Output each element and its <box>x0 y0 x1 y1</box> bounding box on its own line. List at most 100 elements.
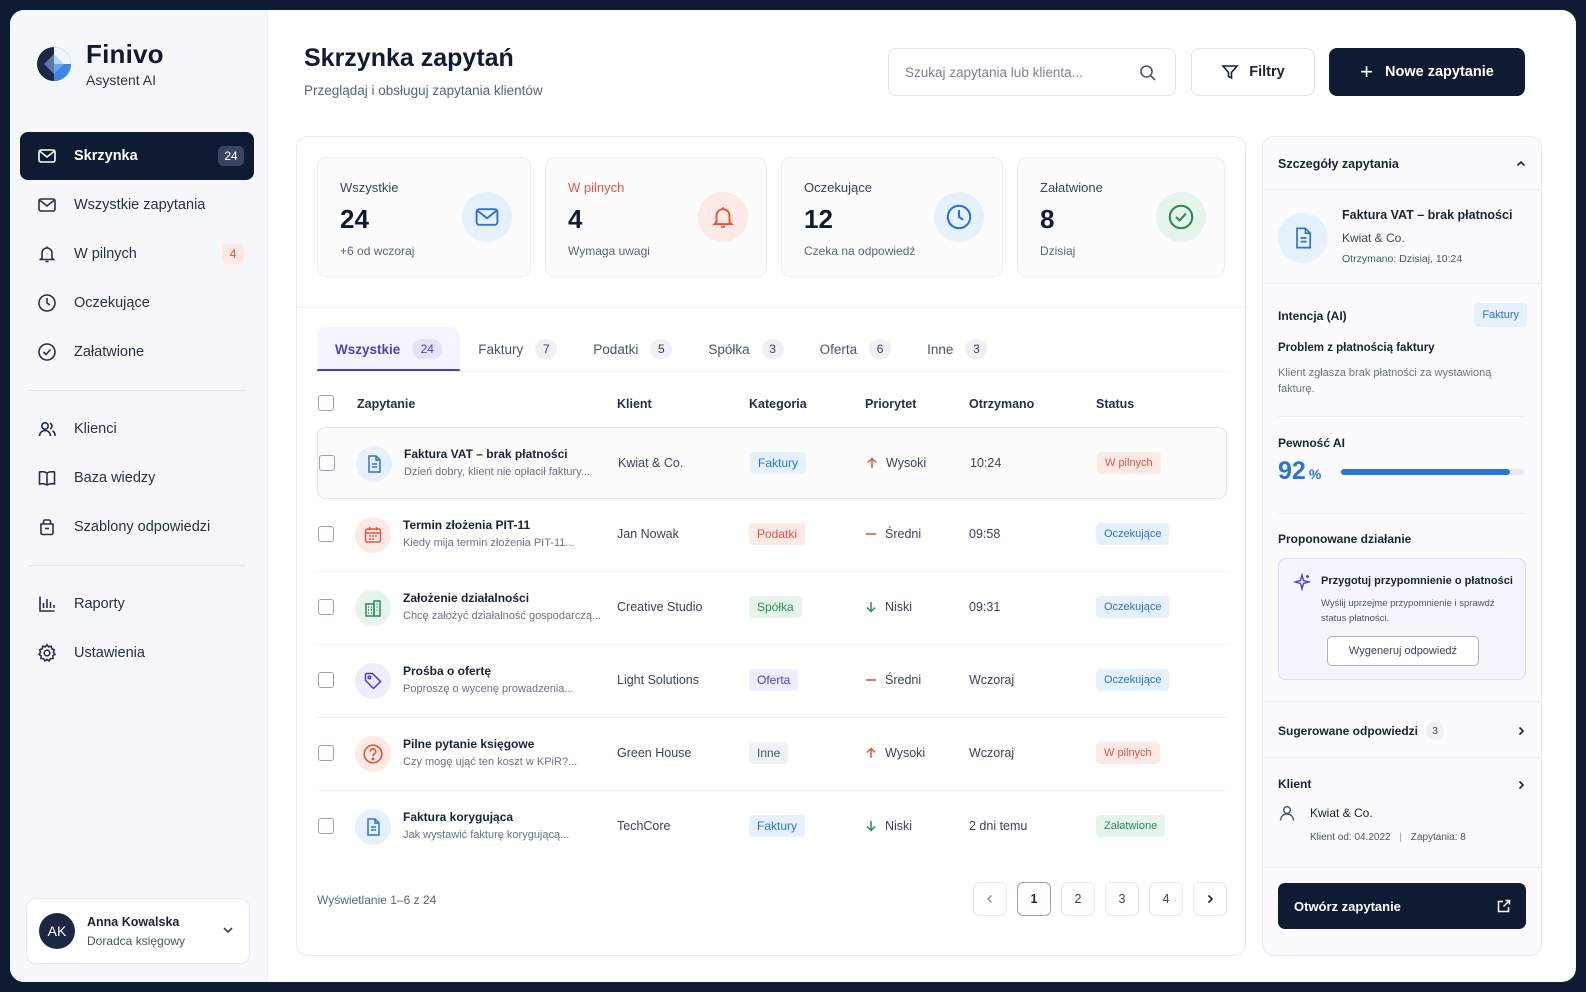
stat-card-urgent[interactable]: W pilnych 4 Wymaga uwagi <box>545 157 767 277</box>
brand-subtitle: Asystent AI <box>86 72 157 88</box>
chevron-up-icon[interactable] <box>1515 157 1527 175</box>
search-input[interactable] <box>905 64 1135 80</box>
sidebar-item-baza-wiedzy[interactable]: Baza wiedzy <box>20 454 254 502</box>
building-icon <box>355 590 391 626</box>
priority-label: Średni <box>885 527 922 541</box>
sidebar-item-zalatwione[interactable]: Załatwione <box>20 328 254 376</box>
next-page-button[interactable] <box>1193 882 1227 916</box>
row-checkbox[interactable] <box>318 818 334 834</box>
tab-wszystkie[interactable]: Wszystkie 24 <box>317 327 461 372</box>
tab-oferta[interactable]: Oferta 6 <box>820 327 892 371</box>
suggested-replies-row[interactable]: Sugerowane odpowiedzi 3 <box>1278 722 1445 740</box>
stat-card-done[interactable]: Załatwione 8 Dzisiaj <box>1017 157 1225 277</box>
proposed-action-card: Przygotuj przypomnienie o płatności Wyśl… <box>1278 558 1526 680</box>
priority-label: Niski <box>885 819 913 833</box>
row-checkbox[interactable] <box>318 672 334 688</box>
sidebar-item-oczekujace[interactable]: Oczekujące <box>20 279 254 327</box>
row-checkbox[interactable] <box>318 526 334 542</box>
row-description: Jak wystawić fakturę korygującą... <box>403 829 570 841</box>
table-row[interactable]: Założenie działalności Chcę założyć dzia… <box>317 572 1227 645</box>
brand[interactable]: Finivo Asystent AI <box>36 40 164 88</box>
open-request-button[interactable]: Otwórz zapytanie <box>1278 883 1526 929</box>
stat-note: Czeka na odpowiedź <box>804 244 916 258</box>
chevron-right-icon[interactable] <box>1515 778 1527 796</box>
arrow-up-icon <box>865 747 879 759</box>
table-row[interactable]: Faktura VAT – brak płatności Dzień dobry… <box>317 427 1227 499</box>
category-badge: Podatki <box>749 523 806 545</box>
document-icon <box>355 809 391 845</box>
confidence-bar <box>1341 469 1525 475</box>
sidebar: Finivo Asystent AI Skrzynka 24 Wszystkie… <box>10 10 268 982</box>
confidence-unit: % <box>1308 466 1322 482</box>
sidebar-item-label: Załatwione <box>74 344 145 360</box>
row-title: Prośba o ofertę <box>403 664 492 678</box>
mail-icon <box>36 145 58 167</box>
column-header: Kategoria <box>749 397 807 411</box>
sidebar-item-label: Szablony odpowiedzi <box>74 519 211 535</box>
row-title: Faktura VAT – brak płatności <box>404 447 568 461</box>
generate-reply-button[interactable]: Wygeneruj odpowiedź <box>1327 636 1479 666</box>
prev-page-button[interactable] <box>973 882 1007 916</box>
row-received: 09:31 <box>969 600 1001 614</box>
tab-count: 24 <box>412 339 443 359</box>
stat-label: W pilnych <box>568 180 625 195</box>
tab-podatki[interactable]: Podatki 5 <box>593 327 673 371</box>
divider <box>1263 283 1541 284</box>
page-button-4[interactable]: 4 <box>1149 882 1183 916</box>
sidebar-item-szablony-odpowiedzi[interactable]: Szablony odpowiedzi <box>20 503 254 551</box>
row-description: Chcę założyć działalność gospodarczą... <box>403 610 602 622</box>
table-row[interactable]: Termin złożenia PIT-11 Kiedy mija termin… <box>317 499 1227 572</box>
stat-card-all[interactable]: Wszystkie 24 +6 od wczoraj <box>317 157 531 277</box>
table-row[interactable]: Prośba o ofertę Poproszę o wycenę prowad… <box>317 645 1227 718</box>
chevron-down-icon[interactable] <box>221 923 235 942</box>
sidebar-item-ustawienia[interactable]: Ustawienia <box>20 629 254 677</box>
sidebar-item-label: Raporty <box>74 596 125 612</box>
confidence-number: 92 <box>1278 457 1306 485</box>
action-description: Wyślij uprzejme przypomnienie i sprawdź … <box>1321 598 1495 624</box>
external-link-icon <box>1496 898 1512 917</box>
sidebar-item-w-pilnych[interactable]: W pilnych 4 <box>20 230 254 278</box>
search-icon[interactable] <box>1139 64 1157 87</box>
stat-card-pending[interactable]: Oczekujące 12 Czeka na odpowiedź <box>781 157 1003 277</box>
row-client: Creative Studio <box>617 600 703 614</box>
stat-value: 8 <box>1040 204 1055 234</box>
stats-row: Wszystkie 24 +6 od wczoraj W pilnych 4 W… <box>317 157 1225 277</box>
row-checkbox[interactable] <box>318 599 334 615</box>
row-client: Light Solutions <box>617 673 700 687</box>
pagination: 1 2 3 4 <box>963 882 1227 916</box>
avatar: AK <box>39 913 75 949</box>
sidebar-item-skrzynka[interactable]: Skrzynka 24 <box>20 132 254 180</box>
page-button-2[interactable]: 2 <box>1061 882 1095 916</box>
row-checkbox[interactable] <box>319 455 335 471</box>
category-badge: Faktury <box>750 452 807 474</box>
sidebar-item-wszystkie-zapytania[interactable]: Wszystkie zapytania <box>20 181 254 229</box>
filter-button[interactable]: Filtry <box>1191 48 1315 96</box>
table-row[interactable]: Pilne pytanie księgowe Czy mogę ująć ten… <box>317 718 1227 791</box>
pagination-info: Wyświetlanie 1–6 z 24 <box>317 893 437 907</box>
stat-note: Dzisiaj <box>1040 244 1076 258</box>
chevron-right-icon[interactable] <box>1515 724 1527 742</box>
arrow-up-icon <box>866 457 880 469</box>
row-checkbox[interactable] <box>318 745 334 761</box>
row-received: 09:58 <box>969 527 1001 541</box>
row-priority: Wysoki <box>866 456 926 470</box>
row-received: 10:24 <box>970 456 1002 470</box>
tab-faktury[interactable]: Faktury 7 <box>478 327 558 371</box>
users-icon <box>36 418 58 440</box>
tab-count: 3 <box>965 339 988 359</box>
sidebar-item-label: Baza wiedzy <box>74 470 156 486</box>
table-row[interactable]: Faktura korygująca Jak wystawić fakturę … <box>317 791 1227 864</box>
page-button-3[interactable]: 3 <box>1105 882 1139 916</box>
tab-inne[interactable]: Inne 3 <box>927 327 988 371</box>
user-card[interactable]: AK Anna Kowalska Doradca księgowy <box>26 898 250 964</box>
sidebar-item-raporty[interactable]: Raporty <box>20 580 254 628</box>
proposed-action-label: Proponowane działanie <box>1278 532 1412 546</box>
sidebar-item-klienci[interactable]: Klienci <box>20 405 254 453</box>
new-request-button[interactable]: + Nowe zapytanie <box>1329 48 1525 96</box>
check-circle-icon <box>36 341 58 363</box>
select-all-checkbox[interactable] <box>318 395 334 411</box>
check-circle-icon <box>1156 192 1206 242</box>
tab-spolka[interactable]: Spółka 3 <box>708 327 784 371</box>
divider <box>1263 867 1541 868</box>
page-button-1[interactable]: 1 <box>1017 882 1051 916</box>
